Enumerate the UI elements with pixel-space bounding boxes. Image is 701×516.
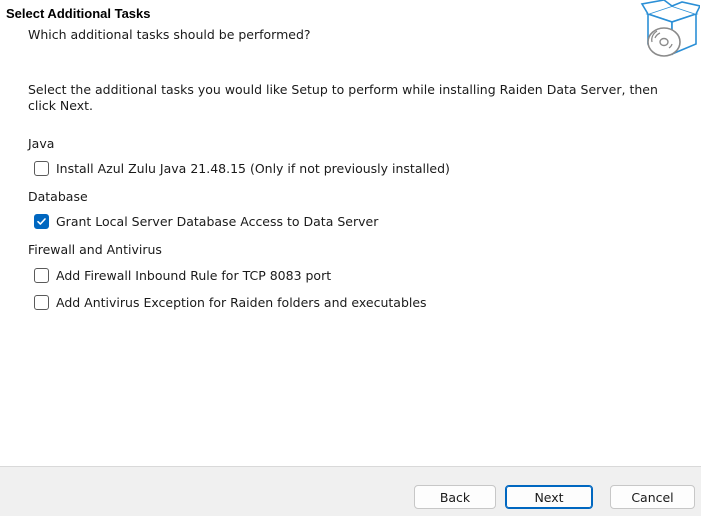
- task-label: Add Firewall Inbound Rule for TCP 8083 p…: [56, 267, 332, 283]
- group-label-database: Database: [28, 189, 88, 204]
- task-grant-database-access-checkbox[interactable]: [34, 213, 49, 229]
- page-title: Select Additional Tasks: [6, 6, 151, 21]
- setup-box-disc-icon: [638, 0, 701, 62]
- wizard-header: Select Additional Tasks Which additional…: [0, 0, 701, 70]
- checkmark-icon: [37, 217, 46, 225]
- tasks-panel: Select the additional tasks you would li…: [0, 70, 701, 466]
- wizard-footer: Back Next Cancel: [0, 467, 701, 516]
- task-label: Grant Local Server Database Access to Da…: [56, 213, 379, 229]
- task-add-antivirus-exception[interactable]: Add Antivirus Exception for Raiden folde…: [34, 293, 427, 311]
- task-add-firewall-rule[interactable]: Add Firewall Inbound Rule for TCP 8083 p…: [34, 266, 331, 284]
- task-add-antivirus-exception-checkbox[interactable]: [34, 294, 49, 310]
- group-label-firewall-antivirus: Firewall and Antivirus: [28, 242, 162, 257]
- instructions-text: Select the additional tasks you would li…: [28, 82, 658, 113]
- task-grant-database-access[interactable]: Grant Local Server Database Access to Da…: [34, 212, 378, 230]
- group-label-java: Java: [28, 136, 55, 151]
- page-subtitle: Which additional tasks should be perform…: [28, 27, 311, 42]
- task-install-java[interactable]: Install Azul Zulu Java 21.48.15 (Only if…: [34, 159, 450, 177]
- task-label: Add Antivirus Exception for Raiden folde…: [56, 294, 427, 310]
- task-install-java-checkbox[interactable]: [34, 160, 49, 176]
- task-label: Install Azul Zulu Java 21.48.15 (Only if…: [56, 160, 450, 176]
- back-button[interactable]: Back: [414, 485, 496, 509]
- next-button[interactable]: Next: [505, 485, 593, 509]
- cancel-button[interactable]: Cancel: [610, 485, 695, 509]
- task-add-firewall-rule-checkbox[interactable]: [34, 267, 49, 283]
